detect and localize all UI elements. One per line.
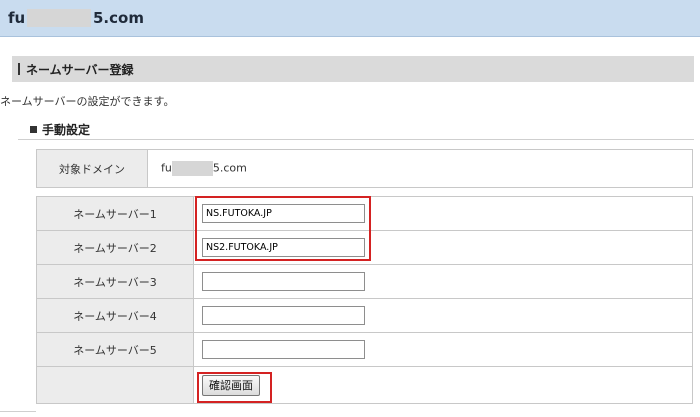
nameserver-5-label: ネームサーバー5 (36, 332, 194, 367)
nameserver-highlight-box (195, 196, 371, 261)
nameserver-3-label: ネームサーバー3 (36, 264, 194, 299)
target-domain-suffix: 5.com (212, 161, 247, 175)
nameserver-1-label: ネームサーバー1 (36, 196, 194, 231)
nameserver-row: ネームサーバー5 (36, 332, 693, 367)
redacted-domain-mask (171, 161, 213, 176)
target-domain-prefix: fu (161, 161, 172, 175)
subsection-title: 手動設定 (42, 123, 91, 137)
nameserver-3-input[interactable] (202, 272, 365, 291)
subsection-divider (18, 139, 694, 140)
target-domain-row: 対象ドメイン fu 5.com (36, 149, 693, 188)
section-title: ネームサーバー登録 (26, 63, 134, 77)
nameserver-2-label: ネームサーバー2 (36, 230, 194, 265)
domain-prefix: fu (8, 9, 26, 27)
target-domain-label: 対象ドメイン (36, 149, 148, 188)
section-accent-bar (18, 63, 20, 75)
target-domain-table: 対象ドメイン fu 5.com (36, 149, 693, 188)
action-row-label (36, 366, 194, 404)
section-header: ネームサーバー登録 (12, 56, 694, 82)
nameserver-4-label: ネームサーバー4 (36, 298, 194, 333)
square-bullet-icon (30, 126, 37, 133)
redacted-domain-mask (27, 9, 91, 27)
page-description: ネームサーバーの設定ができます。 (0, 95, 175, 108)
action-row: 確認画面 (36, 366, 693, 404)
confirm-highlight-box (197, 372, 272, 403)
footer-divider (0, 411, 36, 412)
nameserver-row: ネームサーバー3 (36, 264, 693, 299)
domain-header-bar: fu 5.com (0, 0, 700, 37)
nameserver-5-input[interactable] (202, 340, 365, 359)
subsection-heading: 手動設定 (30, 121, 90, 138)
domain-suffix: 5.com (93, 9, 144, 27)
nameserver-row: ネームサーバー4 (36, 298, 693, 333)
target-domain-value: fu 5.com (147, 149, 693, 188)
nameserver-4-input[interactable] (202, 306, 365, 325)
